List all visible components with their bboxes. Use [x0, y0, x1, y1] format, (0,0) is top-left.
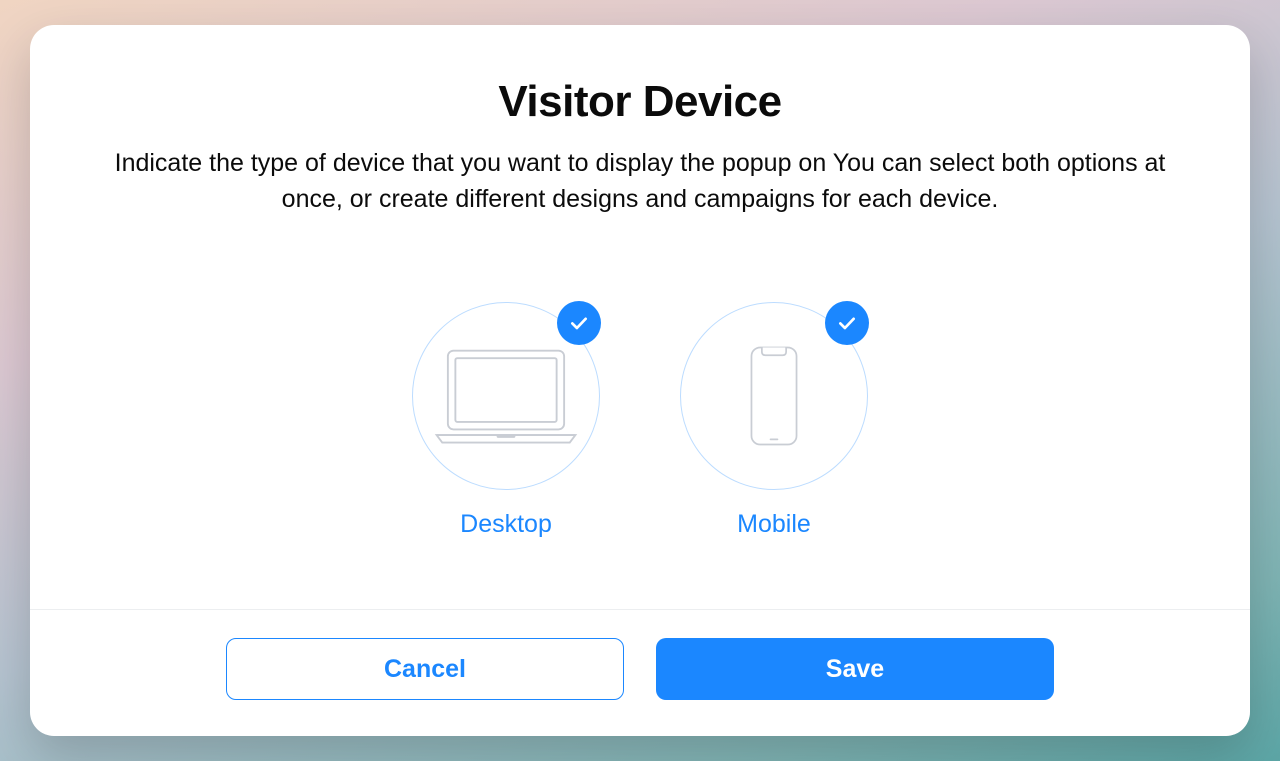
option-desktop-circle — [412, 302, 600, 490]
check-badge-desktop — [557, 301, 601, 345]
option-mobile[interactable]: Mobile — [680, 302, 868, 539]
modal-footer: Cancel Save — [30, 610, 1250, 736]
option-desktop[interactable]: Desktop — [412, 302, 600, 539]
laptop-icon — [431, 345, 581, 448]
check-icon — [837, 313, 857, 333]
visitor-device-modal: Visitor Device Indicate the type of devi… — [30, 25, 1250, 737]
save-button[interactable]: Save — [656, 638, 1054, 700]
device-options: Desktop Mobile — [30, 302, 1250, 539]
modal-description: Indicate the type of device that you wan… — [110, 145, 1170, 218]
check-icon — [569, 313, 589, 333]
modal-title: Visitor Device — [110, 77, 1170, 127]
modal-header: Visitor Device Indicate the type of devi… — [30, 77, 1250, 218]
option-desktop-label: Desktop — [460, 510, 552, 539]
cancel-button[interactable]: Cancel — [226, 638, 624, 700]
phone-icon — [748, 344, 800, 448]
option-mobile-label: Mobile — [737, 510, 811, 539]
check-badge-mobile — [825, 301, 869, 345]
option-mobile-circle — [680, 302, 868, 490]
